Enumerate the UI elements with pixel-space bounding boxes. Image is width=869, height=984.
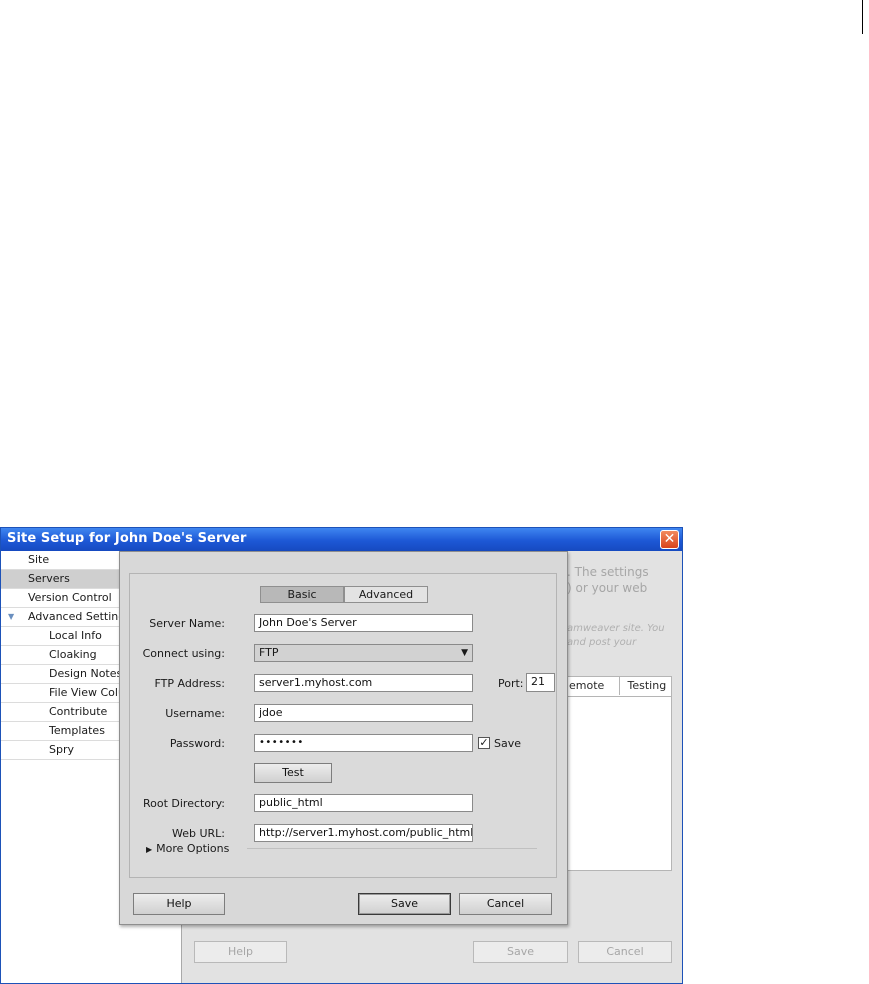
test-button[interactable]: Test — [254, 763, 332, 783]
save-button-disabled: Save — [473, 941, 568, 963]
tab-basic[interactable]: Basic — [260, 586, 344, 603]
username-label: Username: — [165, 707, 225, 720]
root-directory-label: Root Directory: — [142, 797, 225, 810]
disclosure-triangle-icon: ▶ — [146, 845, 153, 854]
cancel-button[interactable]: Cancel — [459, 893, 552, 915]
password-input[interactable]: ••••••• — [254, 734, 473, 752]
chevron-down-icon: ▼ — [461, 648, 468, 658]
sidebar-item-label: Advanced Settings — [28, 610, 131, 623]
connect-using-label: Connect using: — [142, 647, 225, 660]
corner-mark — [862, 0, 863, 34]
ftp-address-label: FTP Address: — [154, 677, 226, 690]
column-testing[interactable]: Testing — [624, 677, 667, 695]
title-bar[interactable]: Site Setup for John Doe's Server ✕ — [1, 528, 682, 551]
background-description: . The settings ) or your web — [567, 565, 649, 595]
more-options-label: More Options — [156, 842, 230, 855]
port-label: Port: — [498, 677, 524, 690]
save-password-label: Save — [494, 737, 522, 750]
server-list-table[interactable]: emote Testing — [567, 676, 672, 871]
server-name-input[interactable]: John Doe's Server — [254, 614, 473, 632]
tab-advanced[interactable]: Advanced — [344, 586, 428, 603]
root-directory-input[interactable]: public_html — [254, 794, 473, 812]
more-options-toggle[interactable]: ▶ More Options — [146, 842, 229, 855]
save-password-checkbox[interactable]: ✓ — [478, 737, 490, 749]
cancel-button-disabled: Cancel — [578, 941, 672, 963]
more-options-divider — [247, 848, 537, 849]
server-settings-dialog: Basic Advanced Server Name: John Doe's S… — [119, 551, 568, 925]
help-button-disabled: Help — [194, 941, 287, 963]
table-header: emote Testing — [568, 677, 671, 697]
settings-panel: Basic Advanced Server Name: John Doe's S… — [129, 573, 557, 878]
connect-using-select[interactable]: FTP ▼ — [254, 644, 473, 662]
port-input[interactable]: 21 — [526, 673, 555, 692]
web-url-input[interactable]: http://server1.myhost.com/public_html/ — [254, 824, 473, 842]
expand-triangle-icon[interactable]: ▼ — [8, 608, 14, 626]
username-input[interactable]: jdoe — [254, 704, 473, 722]
column-remote[interactable]: emote — [568, 677, 620, 695]
password-label: Password: — [169, 737, 225, 750]
ftp-address-input[interactable]: server1.myhost.com — [254, 674, 473, 692]
web-url-label: Web URL: — [171, 827, 225, 840]
window-title: Site Setup for John Doe's Server — [7, 531, 247, 546]
save-button[interactable]: Save — [358, 893, 451, 915]
connect-using-value: FTP — [259, 646, 279, 659]
close-icon[interactable]: ✕ — [660, 530, 679, 549]
help-button[interactable]: Help — [133, 893, 225, 915]
server-name-label: Server Name: — [149, 617, 225, 630]
background-note: amweaver site. You and post your — [567, 623, 665, 648]
